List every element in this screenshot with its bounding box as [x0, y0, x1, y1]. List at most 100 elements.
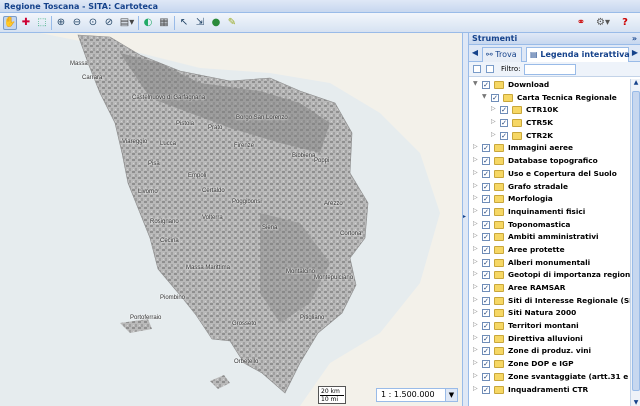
tree-row[interactable]: ▷ ✓ Database topografico: [469, 155, 630, 168]
tree-row[interactable]: ▷ ✓ Zone di produz. vini: [469, 345, 630, 358]
layer-checkbox[interactable]: ✓: [491, 93, 499, 102]
zoom-in-icon[interactable]: ⊕: [54, 16, 68, 30]
layer-checkbox[interactable]: ✓: [482, 372, 490, 381]
expand-toggle-icon[interactable]: ▷: [473, 194, 478, 201]
expand-toggle-icon[interactable]: ▷: [473, 232, 478, 239]
layer-checkbox[interactable]: ✓: [482, 169, 490, 178]
tree-row[interactable]: ▷ ✓ CTR10K: [469, 104, 630, 117]
tree-row[interactable]: ▷ ✓ Zone DOP e IGP: [469, 358, 630, 371]
zoom-out-icon[interactable]: ✚: [19, 16, 33, 30]
expand-toggle-icon[interactable]: ▷: [473, 207, 478, 214]
tree-row[interactable]: ▷ ✓ Toponomastica: [469, 219, 630, 232]
select-icon[interactable]: ↖: [177, 16, 191, 30]
expand-toggle-icon[interactable]: ▼: [482, 93, 487, 100]
tree-row[interactable]: ▷ ✓ Alberi monumentali: [469, 257, 630, 270]
expand-toggle-icon[interactable]: ▷: [473, 220, 478, 227]
tree-row[interactable]: ▷ ✓ Grafo stradale: [469, 181, 630, 194]
expand-toggle-icon[interactable]: ▷: [473, 296, 478, 303]
tree-row[interactable]: ▷ ✓ Aree RAMSAR: [469, 282, 630, 295]
collapse-all-icon[interactable]: [486, 65, 494, 73]
expand-toggle-icon[interactable]: ▷: [491, 105, 496, 112]
draw-icon[interactable]: ✎: [225, 16, 239, 30]
expand-toggle-icon[interactable]: ▷: [473, 372, 478, 379]
help-icon[interactable]: ?: [618, 16, 632, 30]
tree-row[interactable]: ▷ ✓ Siti Natura 2000: [469, 307, 630, 320]
tree-row[interactable]: ▷ ✓ Geotopi di importanza regionale: [469, 269, 630, 282]
layer-checkbox[interactable]: ✓: [482, 157, 490, 166]
layer-checkbox[interactable]: ✓: [482, 347, 490, 356]
tree-row[interactable]: ▷ ✓ Ambiti amministrativi: [469, 231, 630, 244]
tree-row[interactable]: ▷ ✓ Inquinamenti fisici: [469, 206, 630, 219]
layer-checkbox[interactable]: ✓: [482, 309, 490, 318]
expand-toggle-icon[interactable]: ▷: [473, 143, 478, 150]
expand-toggle-icon[interactable]: ▷: [473, 359, 478, 366]
expand-toggle-icon[interactable]: ▷: [473, 169, 478, 176]
tree-row[interactable]: ▼ ✓ Download: [469, 79, 630, 92]
chevron-down-icon[interactable]: ▼: [445, 389, 457, 401]
measure-icon[interactable]: ▦: [157, 16, 171, 30]
scroll-down-icon[interactable]: ▼: [631, 399, 640, 406]
print-icon[interactable]: ▤▾: [118, 16, 136, 30]
expand-toggle-icon[interactable]: ▷: [491, 118, 496, 125]
tree-row[interactable]: ▷ ✓ Direttiva alluvioni: [469, 333, 630, 346]
tree-row[interactable]: ▷ ✓ Morfologia: [469, 193, 630, 206]
layer-checkbox[interactable]: ✓: [500, 106, 508, 115]
scroll-up-icon[interactable]: ▲: [631, 79, 640, 86]
layer-checkbox[interactable]: ✓: [500, 119, 508, 128]
tree-row[interactable]: ▼ ✓ Carta Tecnica Regionale: [469, 92, 630, 105]
layer-checkbox[interactable]: ✓: [482, 81, 490, 89]
expand-toggle-icon[interactable]: ▷: [473, 385, 478, 392]
layer-checkbox[interactable]: ✓: [482, 385, 490, 394]
tree-row[interactable]: ▷ ✓ Inquadramenti CTR: [469, 384, 630, 397]
settings-icon[interactable]: ⚙▾: [594, 16, 612, 30]
zoom-box-icon[interactable]: ⬚: [35, 16, 49, 30]
layer-checkbox[interactable]: ✓: [482, 207, 490, 216]
tree-scrollbar[interactable]: ▲ ▼: [630, 79, 640, 406]
tree-row[interactable]: ▷ ✓ Aree protette: [469, 244, 630, 257]
link-icon[interactable]: ⚭: [574, 16, 588, 30]
layer-checkbox[interactable]: ✓: [482, 284, 490, 292]
expand-toggle-icon[interactable]: ▷: [473, 245, 478, 252]
tree-row[interactable]: ▷ ✓ Territori montani: [469, 320, 630, 333]
tab-scroll-left-icon[interactable]: ◀: [470, 47, 480, 59]
scale-select[interactable]: 1 : 1.500.000 ▼: [376, 388, 458, 402]
layer-checkbox[interactable]: ✓: [500, 131, 508, 140]
expand-toggle-icon[interactable]: ▷: [473, 182, 478, 189]
pan-icon[interactable]: ✋: [3, 16, 17, 30]
expand-toggle-icon[interactable]: ▷: [473, 334, 478, 341]
expand-toggle-icon[interactable]: ▷: [491, 131, 496, 138]
filter-input[interactable]: [524, 64, 576, 75]
expand-toggle-icon[interactable]: ▷: [473, 346, 478, 353]
map-view[interactable]: Massa Carrara Castelnuovo di Garfagnana …: [0, 33, 462, 406]
expand-toggle-icon[interactable]: ▷: [473, 283, 478, 290]
expand-toggle-icon[interactable]: ▷: [473, 321, 478, 328]
collapse-panel-button[interactable]: »: [632, 33, 637, 45]
layer-checkbox[interactable]: ✓: [482, 322, 490, 331]
layer-checkbox[interactable]: ✓: [482, 296, 490, 305]
tree-row[interactable]: ▷ ✓ CTR5K: [469, 117, 630, 130]
layer-checkbox[interactable]: ✓: [482, 334, 490, 343]
tree-row[interactable]: ▷ ✓ Zone svantaggiate (artt.31 e 32, U: [469, 371, 630, 384]
tree-row[interactable]: ▷ ✓ Immagini aeree: [469, 142, 630, 155]
scroll-thumb[interactable]: [632, 91, 640, 391]
tree-row[interactable]: ▷ ✓ CTR2K: [469, 130, 630, 143]
layer-checkbox[interactable]: ✓: [482, 360, 490, 369]
expand-toggle-icon[interactable]: ▷: [473, 308, 478, 315]
layer-checkbox[interactable]: ✓: [482, 245, 490, 254]
tab-trova[interactable]: ⚯ Trova: [482, 47, 522, 62]
expand-toggle-icon[interactable]: ▷: [473, 258, 478, 265]
layer-checkbox[interactable]: ✓: [482, 195, 490, 204]
layer-checkbox[interactable]: ✓: [482, 233, 490, 242]
zoom-prev-icon[interactable]: ⊘: [102, 16, 116, 30]
layer-checkbox[interactable]: ✓: [482, 182, 490, 191]
globe-icon[interactable]: ●: [209, 16, 223, 30]
info-icon[interactable]: ◐: [141, 16, 155, 30]
select-box-icon[interactable]: ⇲: [193, 16, 207, 30]
tree-row[interactable]: ▷ ✓ Uso e Copertura del Suolo: [469, 168, 630, 181]
layer-checkbox[interactable]: ✓: [482, 258, 490, 267]
zoom-extent-icon[interactable]: ⊙: [86, 16, 100, 30]
layer-checkbox[interactable]: ✓: [482, 271, 490, 280]
expand-toggle-icon[interactable]: ▼: [473, 80, 478, 87]
layer-checkbox[interactable]: ✓: [482, 144, 490, 153]
tree-row[interactable]: ▷ ✓ Siti di Interesse Regionale (SIR): [469, 295, 630, 308]
